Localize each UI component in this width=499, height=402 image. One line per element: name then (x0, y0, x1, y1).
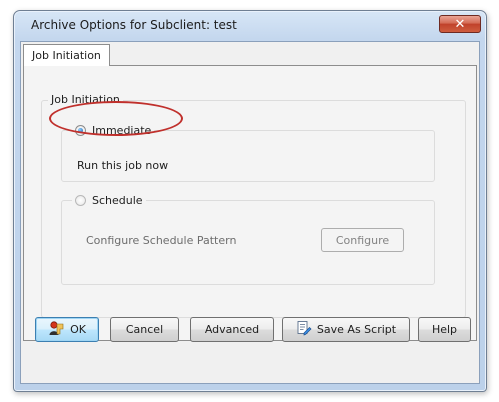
immediate-label: Immediate (92, 124, 152, 137)
ok-button[interactable]: OK (35, 317, 99, 342)
ok-label: OK (70, 323, 86, 336)
immediate-description: Run this job now (77, 159, 169, 172)
schedule-label: Schedule (92, 194, 143, 207)
tab-panel-job-initiation: Job Initiation Immediate Run this job no… (23, 65, 477, 341)
close-button[interactable]: ✕ (439, 15, 481, 33)
help-button[interactable]: Help (418, 317, 471, 342)
cancel-button[interactable]: Cancel (110, 317, 179, 342)
close-icon: ✕ (454, 16, 466, 32)
ok-user-icon (48, 320, 65, 340)
immediate-group: Immediate Run this job now (61, 124, 435, 182)
schedule-radio[interactable] (75, 195, 86, 206)
schedule-group: Schedule Configure Schedule Pattern Conf… (61, 194, 435, 285)
script-icon (296, 320, 312, 339)
job-initiation-group-label: Job Initiation (48, 93, 123, 106)
tab-job-initiation[interactable]: Job Initiation (23, 44, 110, 66)
advanced-button[interactable]: Advanced (190, 317, 274, 342)
schedule-radio-option[interactable]: Schedule (72, 194, 146, 207)
immediate-radio-option[interactable]: Immediate (72, 124, 155, 137)
save-as-script-button[interactable]: Save As Script (282, 317, 410, 342)
job-initiation-group: Job Initiation Immediate Run this job no… (41, 93, 466, 318)
dialog-title: Archive Options for Subclient: test (31, 18, 237, 32)
configure-schedule-pattern-label: Configure Schedule Pattern (86, 234, 237, 247)
immediate-radio[interactable] (75, 125, 86, 136)
archive-options-dialog: Archive Options for Subclient: test ✕ Jo… (13, 10, 487, 392)
configure-button[interactable]: Configure (321, 228, 404, 252)
save-as-script-label: Save As Script (316, 323, 397, 336)
